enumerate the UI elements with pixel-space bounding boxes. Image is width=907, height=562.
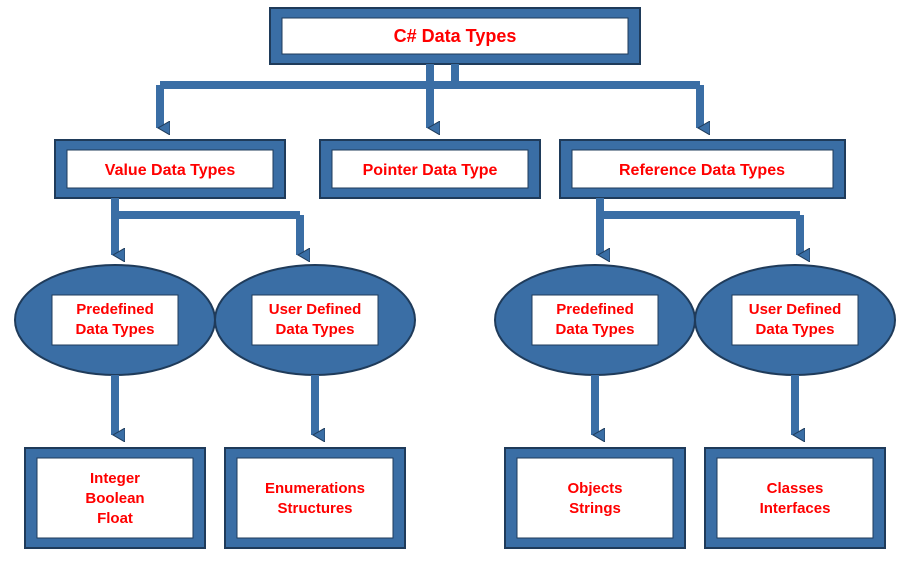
leaf4-line1: Classes [767, 480, 824, 497]
node-integer-boolean-float: Integer Boolean Float [25, 448, 205, 548]
value-predefined-line2: Data Types [76, 321, 155, 338]
connectors-value [115, 198, 300, 255]
node-classes-interfaces: Classes Interfaces [705, 448, 885, 548]
node-objects-strings: Objects Strings [505, 448, 685, 548]
reference-types-label: Reference Data Types [619, 162, 785, 179]
node-enumerations-structures: Enumerations Structures [225, 448, 405, 548]
root-title: C# Data Types [394, 26, 517, 46]
leaf2-line1: Enumerations [265, 480, 365, 497]
leaf1-line2: Boolean [85, 490, 144, 507]
node-value-types: Value Data Types [55, 140, 285, 198]
value-predefined-line1: Predefined [76, 301, 154, 318]
node-value-userdefined: User Defined Data Types [215, 265, 415, 375]
leaf1-line3: Float [97, 510, 133, 527]
value-types-label: Value Data Types [105, 162, 236, 179]
node-reference-userdefined: User Defined Data Types [695, 265, 895, 375]
reference-predefined-line2: Data Types [556, 321, 635, 338]
value-userdefined-line2: Data Types [276, 321, 355, 338]
node-root: C# Data Types [270, 8, 640, 64]
node-value-predefined: Predefined Data Types [15, 265, 215, 375]
connectors-leaf [115, 375, 795, 435]
leaf1-line1: Integer [90, 470, 140, 487]
reference-userdefined-line2: Data Types [756, 321, 835, 338]
value-userdefined-line1: User Defined [269, 301, 362, 318]
node-pointer-type: Pointer Data Type [320, 140, 540, 198]
leaf2-line2: Structures [277, 500, 352, 517]
connectors-root [160, 64, 700, 128]
reference-userdefined-line1: User Defined [749, 301, 842, 318]
pointer-type-label: Pointer Data Type [363, 162, 498, 179]
node-reference-types: Reference Data Types [560, 140, 845, 198]
leaf4-line2: Interfaces [760, 500, 831, 517]
reference-predefined-line1: Predefined [556, 301, 634, 318]
connectors-reference [600, 198, 800, 255]
leaf3-line1: Objects [567, 480, 622, 497]
node-reference-predefined: Predefined Data Types [495, 265, 695, 375]
leaf3-line2: Strings [569, 500, 621, 517]
